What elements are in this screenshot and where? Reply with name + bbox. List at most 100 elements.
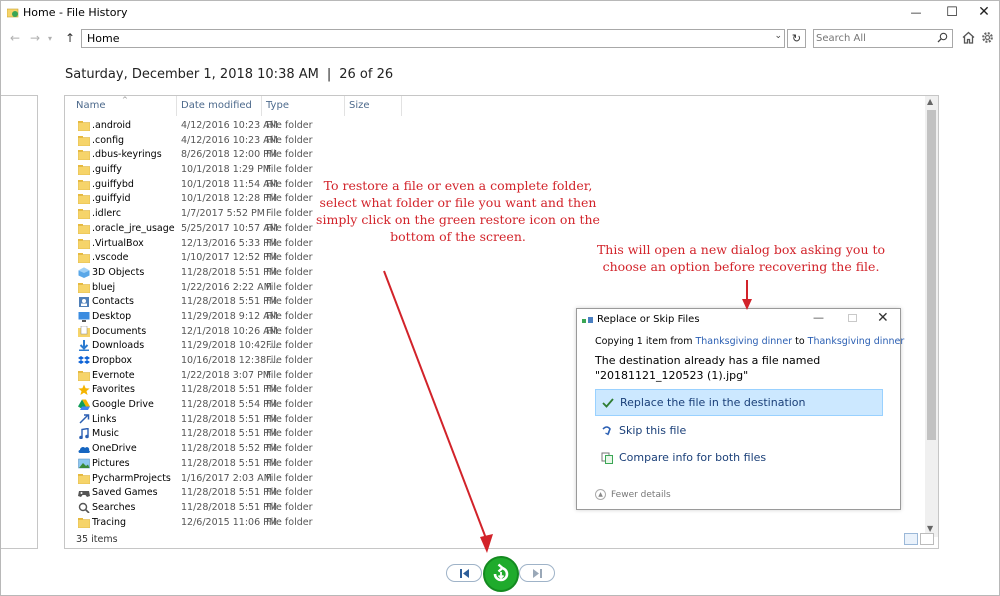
large-icons-view-icon[interactable] <box>920 533 934 545</box>
file-type: File folder <box>266 413 313 425</box>
file-type: File folder <box>266 164 313 176</box>
file-row[interactable]: .dbus-keyrings 8/26/2018 12:00 PM File fol… <box>65 148 925 163</box>
file-date-modified: 4/12/2016 10:23 AM <box>181 134 278 146</box>
file-date-modified: 11/28/2018 5:54 PM <box>181 399 278 411</box>
details-view-icon[interactable] <box>904 533 918 545</box>
3d-objects-icon <box>78 267 90 278</box>
search-input[interactable] <box>816 31 934 46</box>
file-date-modified: 1/22/2016 2:22 AM <box>181 281 272 293</box>
restore-button[interactable] <box>483 556 519 592</box>
recent-locations-chevron-icon[interactable]: ▾ <box>48 34 52 43</box>
file-row[interactable]: .guiffy 10/1/2018 1:29 PM File folder <box>65 163 925 178</box>
file-type: File folder <box>266 355 313 366</box>
column-divider[interactable] <box>401 96 402 116</box>
column-divider[interactable] <box>344 96 345 116</box>
file-date-modified: 11/28/2018 5:52 PM <box>181 443 278 455</box>
file-type: File folder <box>266 325 313 337</box>
dialog-close-icon[interactable]: ✕ <box>877 310 889 326</box>
file-date-modified: 10/16/2018 12:38 ... <box>181 355 279 366</box>
file-history-app-icon <box>7 8 19 18</box>
file-type: File folder <box>266 516 313 528</box>
minimize-button[interactable]: — <box>899 1 933 23</box>
address-dropdown-chevron-icon[interactable]: ⌄ <box>774 31 782 41</box>
next-version-button[interactable] <box>519 564 555 582</box>
file-name: .guiffyid <box>92 193 131 205</box>
file-date-modified: 11/29/2018 10:42 ... <box>181 340 279 352</box>
column-divider[interactable] <box>261 96 262 116</box>
file-type: File folder <box>266 384 313 396</box>
column-date-modified[interactable]: Date modified <box>181 100 252 111</box>
file-date-modified: 12/13/2016 5:33 PM <box>181 237 278 249</box>
documents-icon <box>78 325 90 337</box>
fewer-details-toggle[interactable]: ▲ Fewer details <box>595 489 671 500</box>
file-row[interactable]: Tracing 12/6/2015 11:06 PM File folder <box>65 516 925 531</box>
address-bar[interactable]: Home ⌄ <box>81 29 785 48</box>
back-arrow-icon[interactable]: ← <box>10 31 20 45</box>
destination-message: The destination already has a file named… <box>595 354 821 382</box>
search-box[interactable] <box>813 29 953 48</box>
file-name: 3D Objects <box>92 266 145 278</box>
maximize-button[interactable]: ☐ <box>935 1 969 23</box>
copy-source-link[interactable]: Thanksgiving dinner <box>695 336 792 347</box>
minimize-icon: — <box>910 5 922 19</box>
google-drive-icon <box>78 399 90 411</box>
file-date-modified: 8/26/2018 12:00 PM <box>181 149 278 161</box>
file-row[interactable]: bluej 1/22/2016 2:22 AM File folder <box>65 281 925 296</box>
folder-icon <box>78 238 90 249</box>
copy-destination-link[interactable]: Thanksgiving dinner <box>808 336 905 347</box>
up-arrow-icon[interactable]: ↑ <box>65 31 75 45</box>
address-text: Home <box>87 32 120 45</box>
file-type: File folder <box>266 149 313 161</box>
snapshot-separator: | <box>326 67 332 82</box>
column-size[interactable]: Size <box>349 100 370 111</box>
folder-icon <box>78 517 90 528</box>
file-name: .idlerc <box>92 208 122 220</box>
snapshot-date: Saturday, December 1, 2018 10:38 AM <box>65 67 319 82</box>
file-date-modified: 10/1/2018 1:29 PM <box>181 164 272 176</box>
file-type: File folder <box>266 443 313 455</box>
column-name[interactable]: Name <box>76 100 106 111</box>
close-button[interactable]: ✕ <box>967 1 1000 23</box>
file-name: Searches <box>92 501 136 513</box>
column-divider[interactable] <box>176 96 177 116</box>
folder-icon <box>78 209 90 220</box>
file-type: File folder <box>266 237 313 249</box>
scroll-down-icon[interactable]: ▼ <box>927 524 933 533</box>
file-name: .guiffybd <box>92 178 134 190</box>
file-date-modified: 1/22/2018 3:07 PM <box>181 369 272 381</box>
refresh-button[interactable]: ↻ <box>787 29 806 48</box>
file-name: .dbus-keyrings <box>92 149 162 161</box>
forward-arrow-icon[interactable]: → <box>30 31 40 45</box>
home-icon[interactable] <box>962 31 975 44</box>
dialog-help-annotation: This will open a new dialog box asking y… <box>596 242 886 274</box>
file-type: File folder <box>266 487 313 499</box>
file-type: File folder <box>266 457 313 469</box>
column-type[interactable]: Type <box>266 100 289 111</box>
file-type: File folder <box>266 472 313 484</box>
skip-file-option[interactable]: Skip this file <box>595 417 883 444</box>
compare-files-option[interactable]: Compare info for both files <box>595 444 883 471</box>
file-name: Favorites <box>92 384 135 396</box>
file-row[interactable]: .android 4/12/2016 10:23 AM File folder <box>65 119 925 134</box>
file-date-modified: 10/1/2018 11:54 AM <box>181 178 278 190</box>
gear-icon[interactable] <box>981 31 994 44</box>
restore-icon <box>493 563 509 582</box>
folder-icon <box>78 282 90 293</box>
file-date-modified: 4/12/2016 10:23 AM <box>181 120 278 131</box>
file-type: File folder <box>266 340 313 352</box>
file-name: Contacts <box>92 296 134 308</box>
file-date-modified: 1/10/2017 12:52 PM <box>181 252 278 264</box>
scrollbar-thumb[interactable] <box>927 110 936 440</box>
replace-file-option[interactable]: Replace the file in the destination <box>595 389 883 416</box>
vertical-scrollbar[interactable]: ▲ ▼ <box>925 96 938 537</box>
items-count: 35 items <box>76 534 118 545</box>
file-type: File folder <box>266 222 313 234</box>
previous-version-panel[interactable] <box>1 95 38 549</box>
search-icon[interactable] <box>937 32 948 43</box>
dialog-minimize-icon[interactable]: — <box>813 311 824 324</box>
file-row[interactable]: .config 4/12/2016 10:23 AM File folder <box>65 134 925 149</box>
previous-version-button[interactable] <box>446 564 482 582</box>
skip-back-icon <box>460 569 469 578</box>
scroll-up-icon[interactable]: ▲ <box>927 97 933 106</box>
file-date-modified: 12/6/2015 11:06 PM <box>181 516 278 528</box>
